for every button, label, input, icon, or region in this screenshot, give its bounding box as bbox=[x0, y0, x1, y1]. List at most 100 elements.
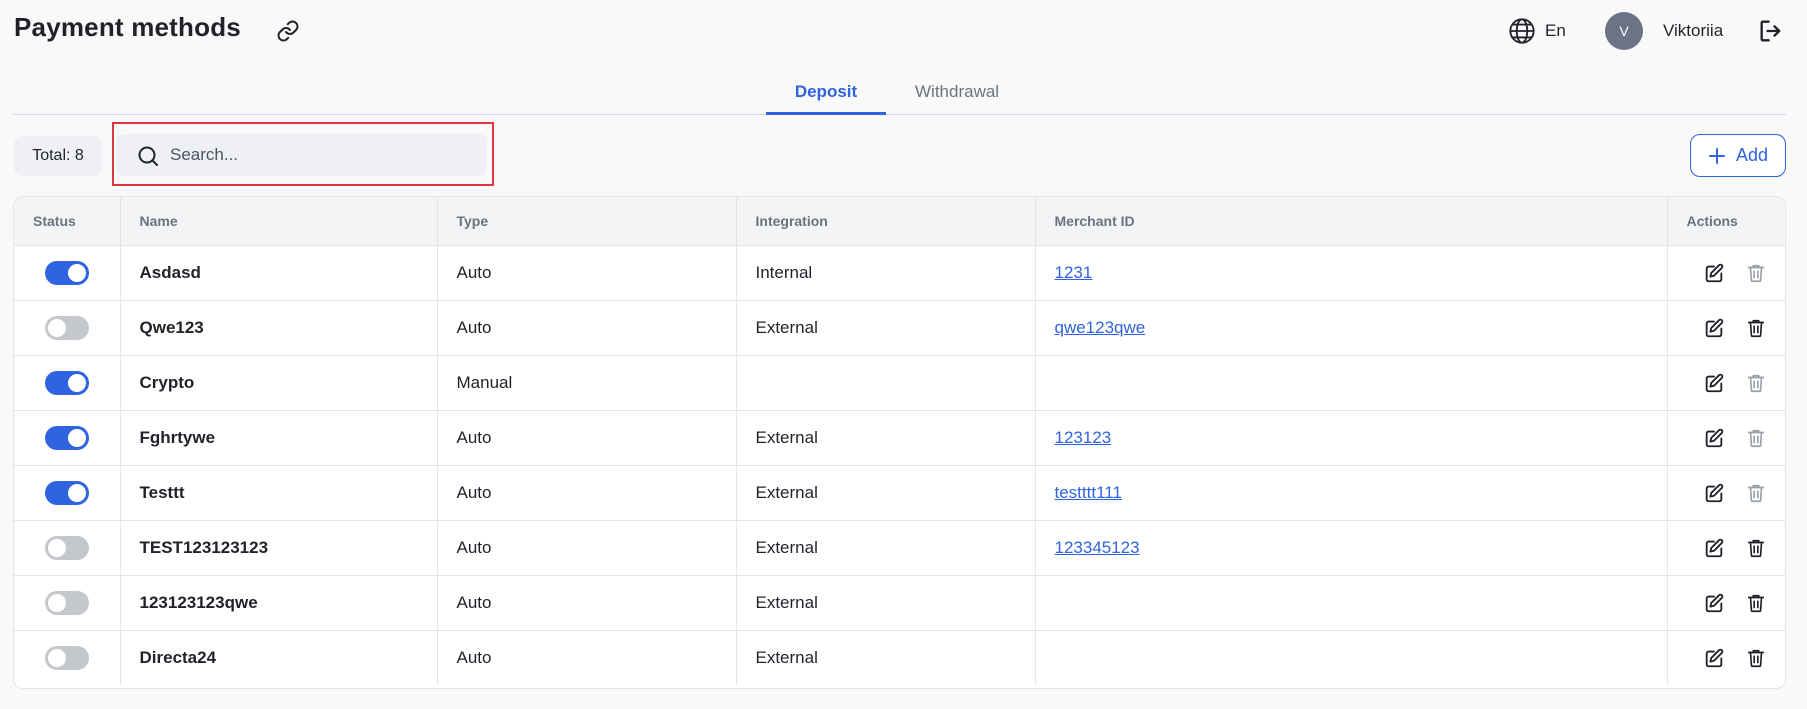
status-cell bbox=[14, 630, 121, 685]
table-row: 123123123qwe Auto External bbox=[14, 575, 1785, 631]
edit-icon[interactable] bbox=[1703, 537, 1725, 559]
merchant-id-cell: 1231 bbox=[1035, 245, 1668, 301]
method-type: Auto bbox=[437, 520, 737, 576]
merchant-id-link[interactable]: 123123 bbox=[1055, 428, 1112, 447]
add-button-label: Add bbox=[1735, 145, 1769, 165]
toggle-knob bbox=[68, 263, 86, 282]
status-toggle[interactable] bbox=[45, 590, 89, 615]
active-tab-indicator bbox=[766, 112, 886, 115]
trash-icon[interactable] bbox=[1745, 372, 1767, 394]
method-type: Auto bbox=[437, 630, 737, 685]
header: Payment methods En V Viktoriia bbox=[0, 0, 1807, 62]
actions-cell bbox=[1667, 245, 1785, 301]
method-integration: External bbox=[736, 520, 1036, 576]
actions-cell bbox=[1667, 410, 1785, 466]
edit-icon[interactable] bbox=[1703, 647, 1725, 669]
trash-icon[interactable] bbox=[1745, 647, 1767, 669]
method-integration: External bbox=[736, 575, 1036, 631]
trash-icon[interactable] bbox=[1745, 592, 1767, 614]
language-selector[interactable]: En bbox=[1545, 21, 1566, 41]
trash-icon[interactable] bbox=[1745, 482, 1767, 504]
merchant-id-cell bbox=[1035, 355, 1668, 411]
method-name: Testtt bbox=[120, 465, 438, 521]
method-name: TEST123123123 bbox=[120, 520, 438, 576]
tab-withdrawal[interactable]: Withdrawal bbox=[915, 82, 999, 102]
method-name: Qwe123 bbox=[120, 300, 438, 356]
toggle-knob bbox=[48, 648, 66, 667]
avatar[interactable]: V bbox=[1605, 12, 1643, 50]
toggle-knob bbox=[68, 483, 86, 502]
logout-icon[interactable] bbox=[1757, 17, 1785, 45]
column-header-name: Name bbox=[120, 197, 438, 246]
method-name: Crypto bbox=[120, 355, 438, 411]
status-toggle[interactable] bbox=[45, 480, 89, 505]
method-type: Auto bbox=[437, 300, 737, 356]
toggle-knob bbox=[68, 373, 86, 392]
status-cell bbox=[14, 410, 121, 466]
table-row: Testtt Auto External testttt111 bbox=[14, 465, 1785, 521]
edit-icon[interactable] bbox=[1703, 427, 1725, 449]
total-count-badge: Total: 8 bbox=[14, 136, 102, 176]
status-cell bbox=[14, 575, 121, 631]
status-cell bbox=[14, 465, 121, 521]
table-row: Asdasd Auto Internal 1231 bbox=[14, 245, 1785, 301]
column-header-type: Type bbox=[437, 197, 737, 246]
table-row: Crypto Manual bbox=[14, 355, 1785, 411]
method-type: Auto bbox=[437, 410, 737, 466]
status-toggle[interactable] bbox=[45, 425, 89, 450]
toggle-knob bbox=[48, 318, 66, 337]
trash-icon[interactable] bbox=[1745, 427, 1767, 449]
username[interactable]: Viktoriia bbox=[1663, 21, 1723, 41]
status-cell bbox=[14, 245, 121, 301]
table-row: Fghrtywe Auto External 123123 bbox=[14, 410, 1785, 466]
status-toggle[interactable] bbox=[45, 315, 89, 340]
actions-cell bbox=[1667, 575, 1785, 631]
search-box[interactable] bbox=[116, 134, 487, 176]
add-button[interactable]: Add bbox=[1690, 134, 1786, 177]
globe-icon[interactable] bbox=[1508, 17, 1536, 45]
status-toggle[interactable] bbox=[45, 645, 89, 670]
actions-cell bbox=[1667, 630, 1785, 685]
tab-deposit[interactable]: Deposit bbox=[766, 82, 886, 102]
status-cell bbox=[14, 300, 121, 356]
table-header-row: Status Name Type Integration Merchant ID… bbox=[14, 197, 1785, 246]
method-name: Asdasd bbox=[120, 245, 438, 301]
column-header-integration: Integration bbox=[736, 197, 1036, 246]
merchant-id-cell: qwe123qwe bbox=[1035, 300, 1668, 356]
search-icon bbox=[138, 146, 158, 166]
status-toggle[interactable] bbox=[45, 260, 89, 285]
merchant-id-link[interactable]: testttt111 bbox=[1055, 483, 1122, 502]
search-input[interactable] bbox=[170, 140, 470, 170]
column-header-actions: Actions bbox=[1667, 197, 1785, 246]
trash-icon[interactable] bbox=[1745, 317, 1767, 339]
method-type: Auto bbox=[437, 465, 737, 521]
trash-icon[interactable] bbox=[1745, 262, 1767, 284]
trash-icon[interactable] bbox=[1745, 537, 1767, 559]
toggle-knob bbox=[48, 593, 66, 612]
method-integration: External bbox=[736, 410, 1036, 466]
toggle-knob bbox=[68, 428, 86, 447]
merchant-id-cell: 123123 bbox=[1035, 410, 1668, 466]
edit-icon[interactable] bbox=[1703, 317, 1725, 339]
edit-icon[interactable] bbox=[1703, 592, 1725, 614]
edit-icon[interactable] bbox=[1703, 262, 1725, 284]
status-toggle[interactable] bbox=[45, 370, 89, 395]
method-type: Manual bbox=[437, 355, 737, 411]
column-header-status: Status bbox=[14, 197, 121, 246]
merchant-id-link[interactable]: qwe123qwe bbox=[1055, 318, 1146, 337]
actions-cell bbox=[1667, 520, 1785, 576]
tab-bar: Deposit Withdrawal bbox=[13, 70, 1786, 115]
table-row: Directa24 Auto External bbox=[14, 630, 1785, 685]
status-cell bbox=[14, 520, 121, 576]
method-integration: External bbox=[736, 465, 1036, 521]
edit-icon[interactable] bbox=[1703, 372, 1725, 394]
merchant-id-link[interactable]: 123345123 bbox=[1055, 538, 1140, 557]
edit-icon[interactable] bbox=[1703, 482, 1725, 504]
status-toggle[interactable] bbox=[45, 535, 89, 560]
method-integration: External bbox=[736, 300, 1036, 356]
merchant-id-cell: 123345123 bbox=[1035, 520, 1668, 576]
method-integration bbox=[736, 355, 1036, 411]
link-icon[interactable] bbox=[276, 19, 300, 43]
merchant-id-link[interactable]: 1231 bbox=[1055, 263, 1093, 282]
table-row: TEST123123123 Auto External 123345123 bbox=[14, 520, 1785, 576]
